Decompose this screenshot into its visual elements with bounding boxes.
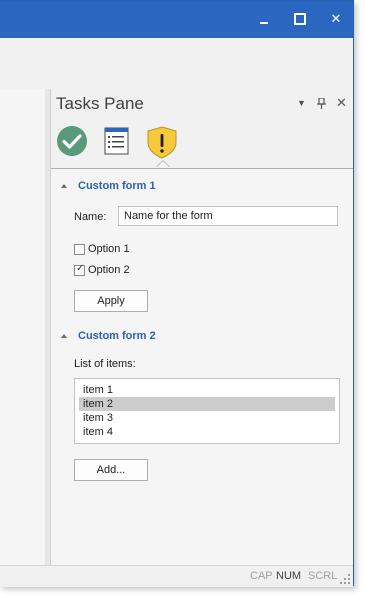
collapse-icon: [61, 184, 67, 188]
option1-checkbox[interactable]: Option 1: [74, 243, 130, 255]
check-mark-icon: ✓: [76, 262, 85, 274]
list-item[interactable]: item 1: [79, 383, 335, 397]
close-window-button[interactable]: ✕: [326, 9, 346, 29]
checkbox-box: [74, 243, 85, 255]
option2-label: Option 2: [88, 264, 130, 276]
name-label: Name:: [74, 211, 107, 223]
list-label: List of items:: [74, 358, 136, 370]
add-button[interactable]: Add...: [74, 459, 148, 481]
ribbon-area: [0, 38, 353, 90]
list-item-selected[interactable]: item 2: [79, 397, 335, 411]
app-window: ✕ Tasks Pane ▼ ✕ Custom form 1 Name: Nam…: [0, 0, 354, 587]
pane-close-icon[interactable]: ✕: [336, 95, 347, 111]
document-area[interactable]: [0, 89, 46, 565]
tab-warning[interactable]: [145, 125, 177, 159]
selected-tab-indicator: [156, 160, 170, 167]
tab-check[interactable]: [56, 125, 88, 157]
minimize-button[interactable]: [254, 9, 274, 29]
pane-tab-strip: [51, 123, 353, 169]
num-lock-indicator: NUM: [276, 570, 302, 582]
section-title-form2: Custom form 2: [78, 330, 156, 342]
pane-content: Custom form 1 Name: Option 1 ✓ Option 2 …: [51, 169, 353, 565]
resize-grip-icon[interactable]: [340, 574, 350, 584]
section-title-form1: Custom form 1: [78, 180, 156, 192]
section-header-form2[interactable]: Custom form 2: [61, 330, 156, 342]
collapse-icon: [61, 334, 67, 338]
list-icon: [104, 127, 129, 155]
warning-shield-icon: [147, 126, 177, 159]
list-item[interactable]: item 3: [79, 411, 335, 425]
name-input[interactable]: [118, 206, 338, 226]
pane-pin-icon[interactable]: [317, 97, 326, 112]
maximize-button[interactable]: [290, 9, 310, 29]
option2-checkbox[interactable]: ✓ Option 2: [74, 262, 130, 276]
checkbox-box: ✓: [74, 262, 85, 276]
apply-button[interactable]: Apply: [74, 290, 148, 312]
list-item[interactable]: item 4: [79, 425, 335, 439]
pane-title: Tasks Pane: [56, 94, 144, 113]
maximize-icon: [294, 13, 306, 25]
scroll-lock-indicator: SCRL: [308, 570, 338, 582]
items-listbox[interactable]: item 1 item 2 item 3 item 4: [74, 378, 340, 444]
tab-list[interactable]: [101, 125, 133, 157]
title-bar[interactable]: ✕: [0, 1, 353, 38]
minimize-icon: [260, 22, 268, 24]
check-circle-icon: [57, 126, 87, 156]
close-icon: ✕: [330, 11, 342, 26]
caps-lock-indicator: CAP: [250, 570, 273, 582]
section-header-form1[interactable]: Custom form 1: [61, 180, 156, 192]
pane-dropdown-icon[interactable]: ▼: [297, 98, 306, 108]
option1-label: Option 1: [88, 243, 130, 255]
tasks-pane: Tasks Pane ▼ ✕ Custom form 1 Name: Name …: [51, 89, 353, 565]
status-bar: CAP NUM SCRL: [0, 565, 353, 587]
pin-icon: [317, 97, 326, 109]
